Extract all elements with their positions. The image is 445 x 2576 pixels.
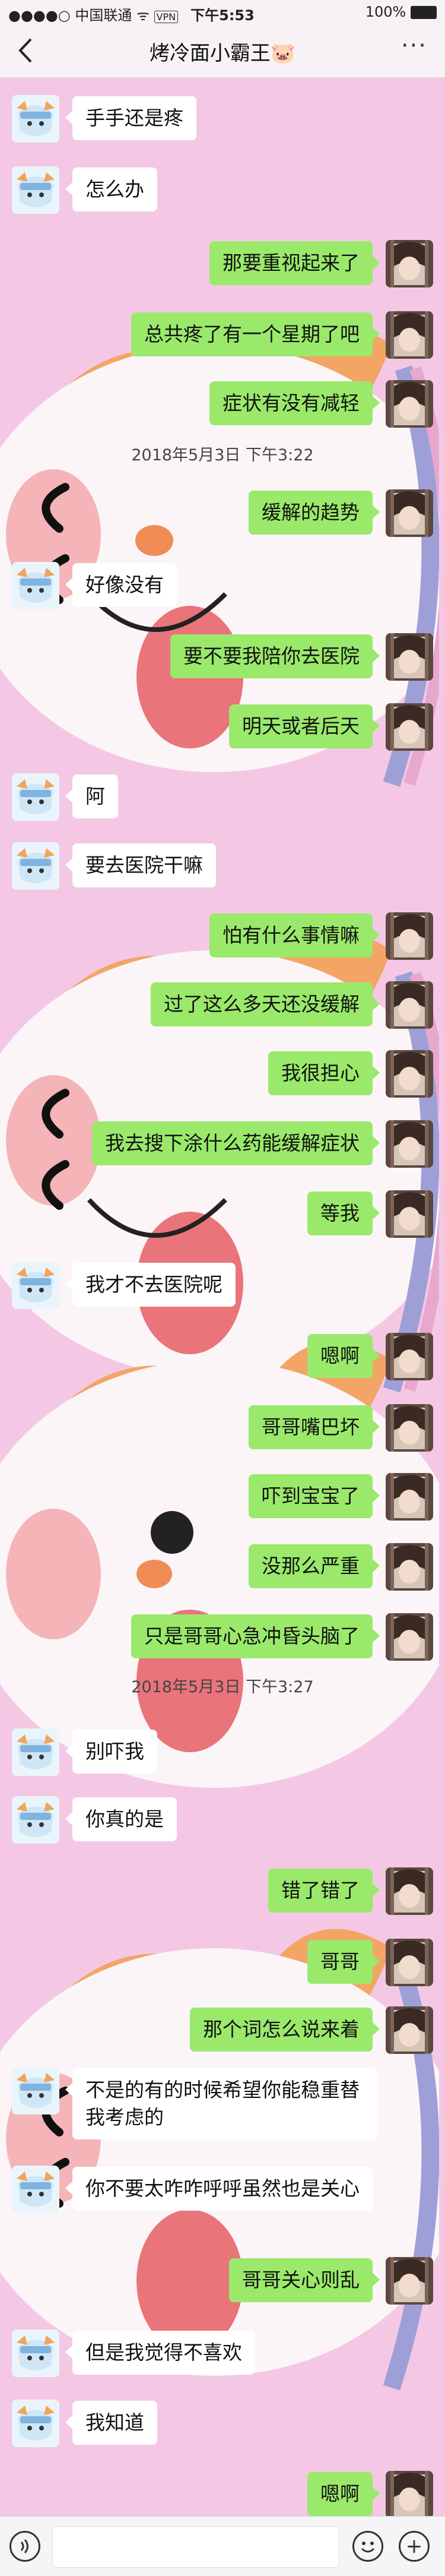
- my-avatar[interactable]: [386, 1939, 433, 1986]
- message-bubble[interactable]: 明天或者后天: [229, 704, 380, 748]
- my-avatar[interactable]: [386, 489, 433, 537]
- message-bubble[interactable]: 但是我觉得不喜欢: [65, 2331, 255, 2375]
- message-bubble[interactable]: 你真的是: [65, 1797, 177, 1841]
- my-avatar[interactable]: [386, 981, 433, 1029]
- message-bubble[interactable]: 不是的有的时候希望你能稳重替我考虑的: [65, 2068, 377, 2139]
- message-bubble[interactable]: 嗯啊: [307, 2472, 380, 2516]
- status-right: 100%: [365, 4, 437, 20]
- my-avatar[interactable]: [386, 2006, 433, 2054]
- message-bubble[interactable]: 哥哥: [307, 1940, 380, 1984]
- status-bar: ●●●●○ 中国联通 ᯤ VPN 下午5:53 100%: [0, 0, 445, 24]
- my-avatar[interactable]: [386, 912, 433, 960]
- message-bubble[interactable]: 吓到宝宝了: [249, 1474, 380, 1518]
- contact-avatar[interactable]: [12, 2400, 59, 2447]
- message-bubble[interactable]: 只是哥哥心急冲昏头脑了: [131, 1614, 380, 1658]
- message-bubble[interactable]: 我知道: [65, 2401, 157, 2445]
- contact-avatar[interactable]: [12, 2067, 59, 2114]
- my-avatar[interactable]: [386, 1333, 433, 1380]
- message-bubble[interactable]: 那要重视起来了: [209, 241, 380, 285]
- message-bubble[interactable]: 嗯啊: [307, 1334, 380, 1378]
- my-avatar[interactable]: [386, 1050, 433, 1098]
- message-bubble[interactable]: 我才不去医院呢: [65, 1263, 236, 1307]
- message-bubble[interactable]: 别吓我: [65, 1730, 157, 1774]
- plus-icon[interactable]: +: [399, 2531, 430, 2562]
- message-bubble[interactable]: 要不要我陪你去医院: [170, 634, 380, 678]
- message-bubble[interactable]: 手手还是疼: [65, 96, 196, 140]
- my-avatar[interactable]: [386, 633, 433, 681]
- message-bubble[interactable]: 你不要太咋咋呼呼虽然也是关心: [65, 2167, 373, 2211]
- message-bubble[interactable]: 怕有什么事情嘛: [209, 914, 380, 957]
- message-bubble[interactable]: 好像没有: [65, 563, 177, 607]
- my-avatar[interactable]: [386, 2257, 433, 2305]
- message-bubble[interactable]: 那个词怎么说来着: [190, 2008, 380, 2052]
- message-bubble[interactable]: 过了这么多天还没缓解: [151, 982, 380, 1026]
- my-avatar[interactable]: [386, 1867, 433, 1915]
- my-avatar[interactable]: [386, 240, 433, 287]
- message-bubble[interactable]: 哥哥嘴巴坏: [249, 1405, 380, 1449]
- message-bubble[interactable]: 我很担心: [268, 1051, 380, 1095]
- message-bubble[interactable]: 阿: [65, 775, 118, 818]
- message-bubble[interactable]: 错了错了: [268, 1869, 380, 1913]
- message-bubble[interactable]: 症状有没有减轻: [209, 381, 380, 425]
- contact-avatar[interactable]: [12, 95, 59, 143]
- my-avatar[interactable]: [386, 1120, 433, 1168]
- my-avatar[interactable]: [386, 311, 433, 359]
- message-bubble[interactable]: 哥哥关心则乱: [229, 2258, 380, 2302]
- battery-percent: 100%: [365, 4, 406, 20]
- contact-avatar[interactable]: [12, 2166, 59, 2213]
- contact-avatar[interactable]: [12, 1262, 59, 1309]
- chat-header: 烤冷面小霸王🐷 ···: [0, 24, 445, 78]
- contact-avatar[interactable]: [12, 1796, 59, 1844]
- input-bar: +: [0, 2516, 445, 2576]
- chat-title: 烤冷面小霸王🐷: [149, 42, 296, 65]
- message-bubble[interactable]: 缓解的趋势: [249, 491, 380, 535]
- message-bubble[interactable]: 等我: [307, 1191, 380, 1235]
- message-timestamp: 2018年5月3日 下午3:22: [131, 446, 314, 464]
- my-avatar[interactable]: [386, 380, 433, 428]
- my-avatar[interactable]: [386, 2471, 433, 2518]
- my-avatar[interactable]: [386, 1190, 433, 1238]
- message-bubble[interactable]: 没那么严重: [249, 1544, 380, 1588]
- message-bubble[interactable]: 总共疼了有一个星期了吧: [131, 312, 380, 356]
- contact-avatar[interactable]: [12, 842, 59, 890]
- my-avatar[interactable]: [386, 703, 433, 751]
- message-bubble[interactable]: 怎么办: [65, 167, 157, 211]
- emoji-icon[interactable]: [352, 2531, 383, 2562]
- message-bubble[interactable]: 要去医院干嘛: [65, 843, 216, 887]
- voice-icon[interactable]: [9, 2531, 40, 2562]
- contact-avatar[interactable]: [12, 166, 59, 214]
- my-avatar[interactable]: [386, 1543, 433, 1591]
- contact-avatar[interactable]: [12, 562, 59, 609]
- message-input[interactable]: [52, 2526, 339, 2568]
- my-avatar[interactable]: [386, 1404, 433, 1452]
- contact-avatar[interactable]: [12, 773, 59, 821]
- contact-avatar[interactable]: [12, 2330, 59, 2377]
- more-options-icon[interactable]: ···: [401, 32, 427, 59]
- my-avatar[interactable]: [386, 1473, 433, 1521]
- battery-icon: [411, 6, 437, 19]
- my-avatar[interactable]: [386, 1613, 433, 1661]
- contact-avatar[interactable]: [12, 1728, 59, 1776]
- message-bubble[interactable]: 我去搜下涂什么药能缓解症状: [92, 1121, 380, 1165]
- message-timestamp: 2018年5月3日 下午3:27: [131, 1678, 314, 1696]
